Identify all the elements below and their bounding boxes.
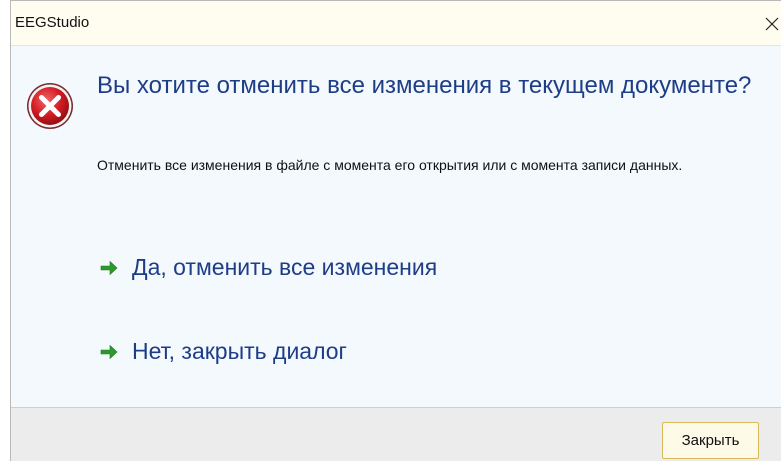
command-link-label: Да, отменить все изменения	[132, 253, 438, 280]
dialog-content: Вы хотите отменить все изменения в текущ…	[11, 47, 781, 407]
title-bar[interactable]: EEGStudio	[11, 1, 781, 46]
command-link-discard-changes[interactable]: Да, отменить все изменения	[93, 247, 446, 287]
main-instruction: Вы хотите отменить все изменения в текущ…	[97, 72, 752, 99]
error-icon	[27, 83, 73, 129]
command-link-close-dialog[interactable]: Нет, закрыть диалог	[93, 331, 356, 371]
window-close-button[interactable]	[759, 9, 781, 39]
window-title: EEGStudio	[15, 14, 90, 31]
close-button[interactable]: Закрыть	[662, 422, 759, 459]
close-icon	[765, 17, 779, 31]
dialog-footer: Закрыть	[11, 407, 781, 461]
dialog-window: EEGStudio Вы хотите отменить все изменен…	[10, 0, 781, 461]
command-link-label: Нет, закрыть диалог	[132, 337, 347, 364]
content-text: Отменить все изменения в файле с момента…	[97, 157, 683, 173]
green-arrow-right-icon	[100, 260, 118, 276]
green-arrow-right-icon	[100, 344, 118, 360]
